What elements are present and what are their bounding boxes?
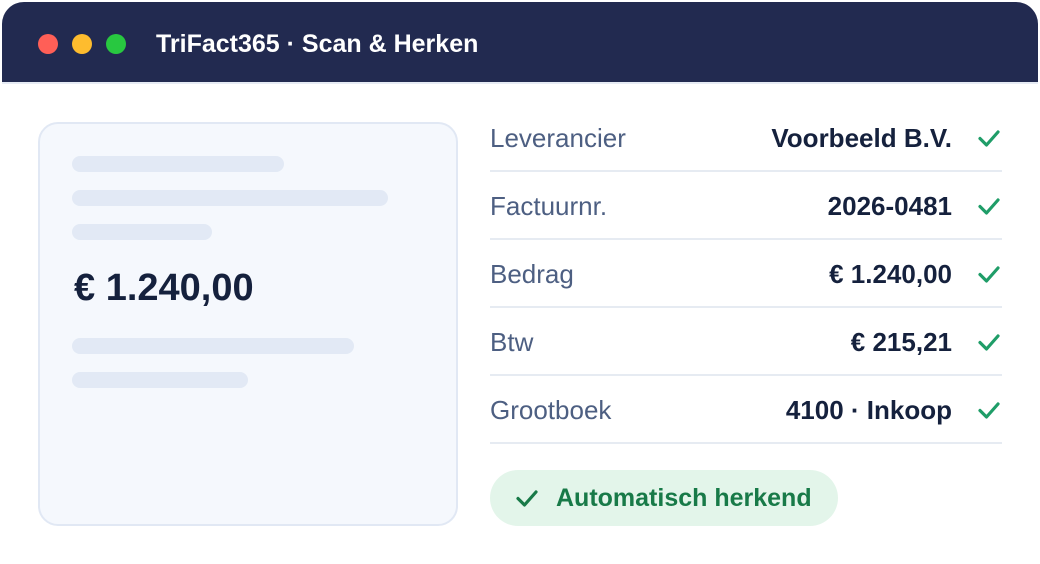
- field-label: Btw: [490, 327, 534, 357]
- placeholder-line: [72, 372, 248, 388]
- check-icon: [978, 198, 1000, 215]
- check-icon: [978, 334, 1000, 351]
- field-value: 2026-0481: [827, 191, 952, 221]
- field-row-invoice-number: Factuurnr. 2026-0481: [490, 172, 1002, 240]
- maximize-window-button[interactable]: [106, 34, 126, 54]
- check-icon: [516, 490, 538, 507]
- close-window-button[interactable]: [38, 34, 58, 54]
- field-label: Factuurnr.: [490, 191, 608, 221]
- placeholder-line: [72, 224, 212, 240]
- check-icon: [978, 130, 1000, 147]
- check-icon: [978, 266, 1000, 283]
- placeholder-line: [72, 156, 284, 172]
- document-amount: € 1.240,00: [74, 267, 254, 309]
- field-label: Grootboek: [490, 395, 612, 425]
- placeholder-line: [72, 190, 388, 206]
- field-label: Leverancier: [490, 123, 626, 153]
- extracted-fields-list: Leverancier Voorbeeld B.V. Factuurnr. 20…: [490, 104, 1002, 444]
- status-badge-label: Automatisch herkend: [556, 484, 812, 512]
- field-value: € 1.240,00: [829, 259, 952, 289]
- field-value: € 215,21: [850, 327, 952, 357]
- field-label: Bedrag: [490, 259, 574, 289]
- placeholder-line: [72, 338, 354, 354]
- field-value: Voorbeeld B.V.: [771, 123, 952, 153]
- field-value: 4100 · Inkoop: [785, 395, 952, 425]
- app-window: TriFact365 · Scan & Herken € 1.240,00 Le…: [2, 2, 1038, 564]
- minimize-window-button[interactable]: [72, 34, 92, 54]
- check-icon: [978, 402, 1000, 419]
- field-row-amount: Bedrag € 1.240,00: [490, 240, 1002, 308]
- field-row-supplier: Leverancier Voorbeeld B.V.: [490, 104, 1002, 172]
- document-preview: € 1.240,00: [38, 122, 458, 526]
- field-row-vat: Btw € 215,21: [490, 308, 1002, 376]
- window-title: TriFact365 · Scan & Herken: [156, 30, 479, 58]
- status-badge: Automatisch herkend: [490, 470, 838, 526]
- field-row-ledger: Grootboek 4100 · Inkoop: [490, 376, 1002, 444]
- title-bar: TriFact365 · Scan & Herken: [2, 2, 1038, 84]
